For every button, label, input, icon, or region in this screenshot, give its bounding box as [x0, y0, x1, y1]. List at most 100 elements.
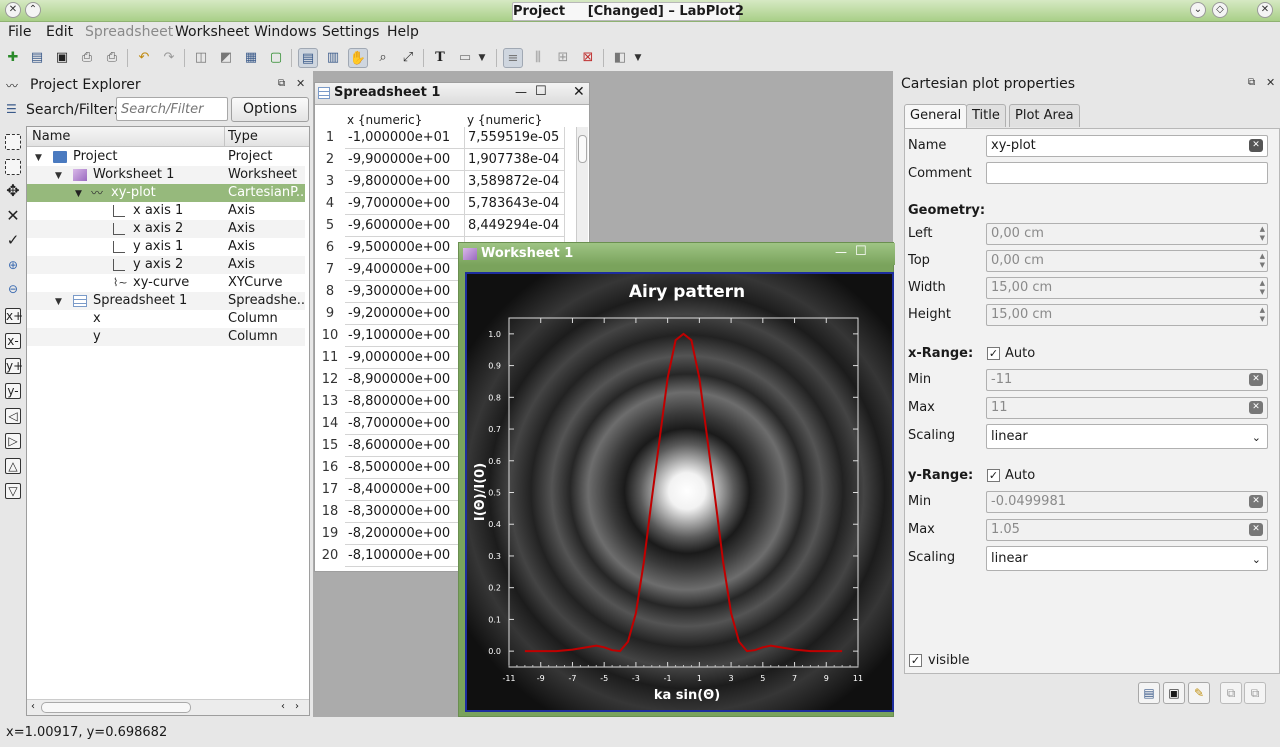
menu-file[interactable]: File [8, 24, 31, 40]
spin-arrows-icon[interactable]: ▲ ▼ [1260, 225, 1265, 243]
scrollbar-handle[interactable] [41, 702, 191, 713]
worksheet-actions-dropdown-icon[interactable]: ▼ [632, 48, 644, 68]
comment-input[interactable] [986, 162, 1268, 184]
dock-close-icon[interactable]: ✕ [1266, 76, 1275, 89]
menu-help[interactable]: Help [387, 24, 419, 40]
new-spreadsheet-icon[interactable]: ▦ [241, 48, 261, 68]
tree-item-x-axis-1[interactable]: x axis 1 Axis [27, 202, 305, 220]
clear-name-icon[interactable]: ✕ [1249, 139, 1263, 152]
maximize-icon[interactable]: ☐ [535, 84, 547, 99]
clear-y-max-icon[interactable]: ✕ [1249, 523, 1263, 536]
tab-general[interactable]: General [904, 104, 968, 128]
save-default-icon[interactable]: ✎ [1188, 682, 1210, 704]
new-worksheet-icon[interactable]: ▢ [266, 48, 286, 68]
menu-windows[interactable]: Windows [254, 24, 317, 40]
tree-item-xy-plot[interactable]: ▼ 〰 xy-plot CartesianP... [27, 184, 305, 202]
dock-close-icon[interactable]: ✕ [296, 77, 305, 90]
cell-x[interactable]: -8,600000e+00 [345, 435, 465, 457]
y-max-input[interactable]: 1.05 ✕ [986, 519, 1268, 541]
cell-x[interactable]: -9,100000e+00 [345, 325, 465, 347]
cell-x[interactable]: -9,000000e+00 [345, 347, 465, 369]
row-number[interactable]: 3 [315, 171, 345, 193]
cell-x[interactable]: -9,500000e+00 [345, 237, 465, 259]
x-scaling-select[interactable]: linear ⌄ [986, 424, 1268, 449]
spin-arrows-icon[interactable]: ▲ ▼ [1260, 306, 1265, 324]
column-header-y[interactable]: y {numeric} [467, 113, 542, 127]
new-project-icon[interactable]: ✚ [3, 48, 23, 68]
worksheet-actions-icon[interactable]: ◧ [610, 48, 630, 68]
clear-y-min-icon[interactable]: ✕ [1249, 495, 1263, 508]
cell-x[interactable]: -8,500000e+00 [345, 457, 465, 479]
row-number[interactable]: 11 [315, 347, 345, 369]
menu-settings[interactable]: Settings [322, 24, 379, 40]
dock-float-icon[interactable]: ⧉ [278, 78, 285, 89]
width-spinbox[interactable]: 15,00 cm ▲ ▼ [986, 277, 1268, 299]
hand-tool-icon[interactable]: ✋ [348, 48, 368, 68]
tab-title[interactable]: Title [966, 104, 1006, 127]
row-number[interactable]: 4 [315, 193, 345, 215]
row-number[interactable]: 15 [315, 435, 345, 457]
cell-x[interactable]: -9,900000e+00 [345, 149, 465, 171]
cell-x[interactable]: -8,800000e+00 [345, 391, 465, 413]
zoom-select-icon[interactable]: ⌕ [373, 48, 393, 68]
row-number[interactable]: 9 [315, 303, 345, 325]
cell-y[interactable]: 8,449294e-04 [465, 215, 565, 237]
minimize-icon[interactable]: ⌄ [1190, 2, 1206, 18]
tree-item-spreadsheet[interactable]: ▼ Spreadsheet 1 Spreadshe... [27, 292, 305, 310]
menu-worksheet[interactable]: Worksheet [175, 24, 249, 40]
text-label-icon[interactable]: T [430, 48, 450, 68]
tree-item-y-axis-2[interactable]: y axis 2 Axis [27, 256, 305, 274]
cell-x[interactable]: -8,200000e+00 [345, 523, 465, 545]
row-number[interactable]: 17 [315, 479, 345, 501]
tree-item-xy-curve[interactable]: ⌇~ xy-curve XYCurve [27, 274, 305, 292]
clear-x-min-icon[interactable]: ✕ [1249, 373, 1263, 386]
tree-item-column-y[interactable]: y Column [27, 328, 305, 346]
worksheet-canvas[interactable]: Airy pattern 0.0 0.1 0.2 0.3 0.4 0.5 0.6 0.7 0.8… [465, 272, 894, 712]
row-number[interactable]: 12 [315, 369, 345, 391]
cell-x[interactable]: -8,700000e+00 [345, 413, 465, 435]
cell-x[interactable]: -8,100000e+00 [345, 545, 465, 567]
print-preview-icon[interactable]: ⎙ [102, 48, 122, 68]
menu-edit[interactable]: Edit [46, 24, 73, 40]
save-icon[interactable]: ▣ [52, 48, 72, 68]
cell-x[interactable]: -9,800000e+00 [345, 171, 465, 193]
grid-layout-icon[interactable]: ⊞ [553, 48, 573, 68]
menu-spreadsheet[interactable]: Spreadsheet [85, 24, 173, 40]
cell-x[interactable]: -8,400000e+00 [345, 479, 465, 501]
zoom-fit-icon[interactable]: ⤢ [398, 48, 418, 68]
minimize-icon[interactable]: — [835, 245, 847, 259]
cell-y[interactable]: 7,559519e-05 [465, 127, 565, 149]
tree-item-project[interactable]: ▼ Project Project [27, 148, 305, 166]
name-input[interactable]: xy-plot ✕ [986, 135, 1268, 157]
x-max-input[interactable]: 11 ✕ [986, 397, 1268, 419]
horizontal-layout-icon[interactable]: ⫼ [528, 48, 548, 68]
y-auto-checkbox[interactable]: ✓ [987, 469, 1000, 482]
row-number[interactable]: 5 [315, 215, 345, 237]
cell-x[interactable]: -9,400000e+00 [345, 259, 465, 281]
cell-y[interactable]: 1,907738e-04 [465, 149, 565, 171]
row-number[interactable]: 7 [315, 259, 345, 281]
column-type-header[interactable]: Type [228, 129, 258, 144]
row-number[interactable]: 8 [315, 281, 345, 303]
row-number[interactable]: 1 [315, 127, 345, 149]
row-number[interactable]: 14 [315, 413, 345, 435]
open-icon[interactable]: ▤ [27, 48, 47, 68]
tab-plot-area[interactable]: Plot Area [1009, 104, 1080, 127]
column-name-header[interactable]: Name [32, 129, 70, 144]
row-number[interactable]: 18 [315, 501, 345, 523]
cell-x[interactable]: -9,200000e+00 [345, 303, 465, 325]
cell-x[interactable]: -9,300000e+00 [345, 281, 465, 303]
copy-icon[interactable]: ⧉ [1220, 682, 1242, 704]
height-spinbox[interactable]: 15,00 cm ▲ ▼ [986, 304, 1268, 326]
print-icon[interactable]: ⎙ [77, 48, 97, 68]
row-number[interactable]: 16 [315, 457, 345, 479]
dock-float-icon[interactable]: ⧉ [1248, 77, 1255, 88]
vertical-layout-icon[interactable]: ≡ [503, 48, 523, 68]
tree-horizontal-scrollbar[interactable]: ‹ ‹ › [27, 699, 309, 715]
selection-mode-icon[interactable]: ▤ [298, 48, 318, 68]
spin-arrows-icon[interactable]: ▲ ▼ [1260, 279, 1265, 297]
new-folder-icon[interactable]: ◫ [191, 48, 211, 68]
row-number[interactable]: 19 [315, 523, 345, 545]
break-layout-icon[interactable]: ⊠ [578, 48, 598, 68]
cell-x[interactable]: -8,300000e+00 [345, 501, 465, 523]
